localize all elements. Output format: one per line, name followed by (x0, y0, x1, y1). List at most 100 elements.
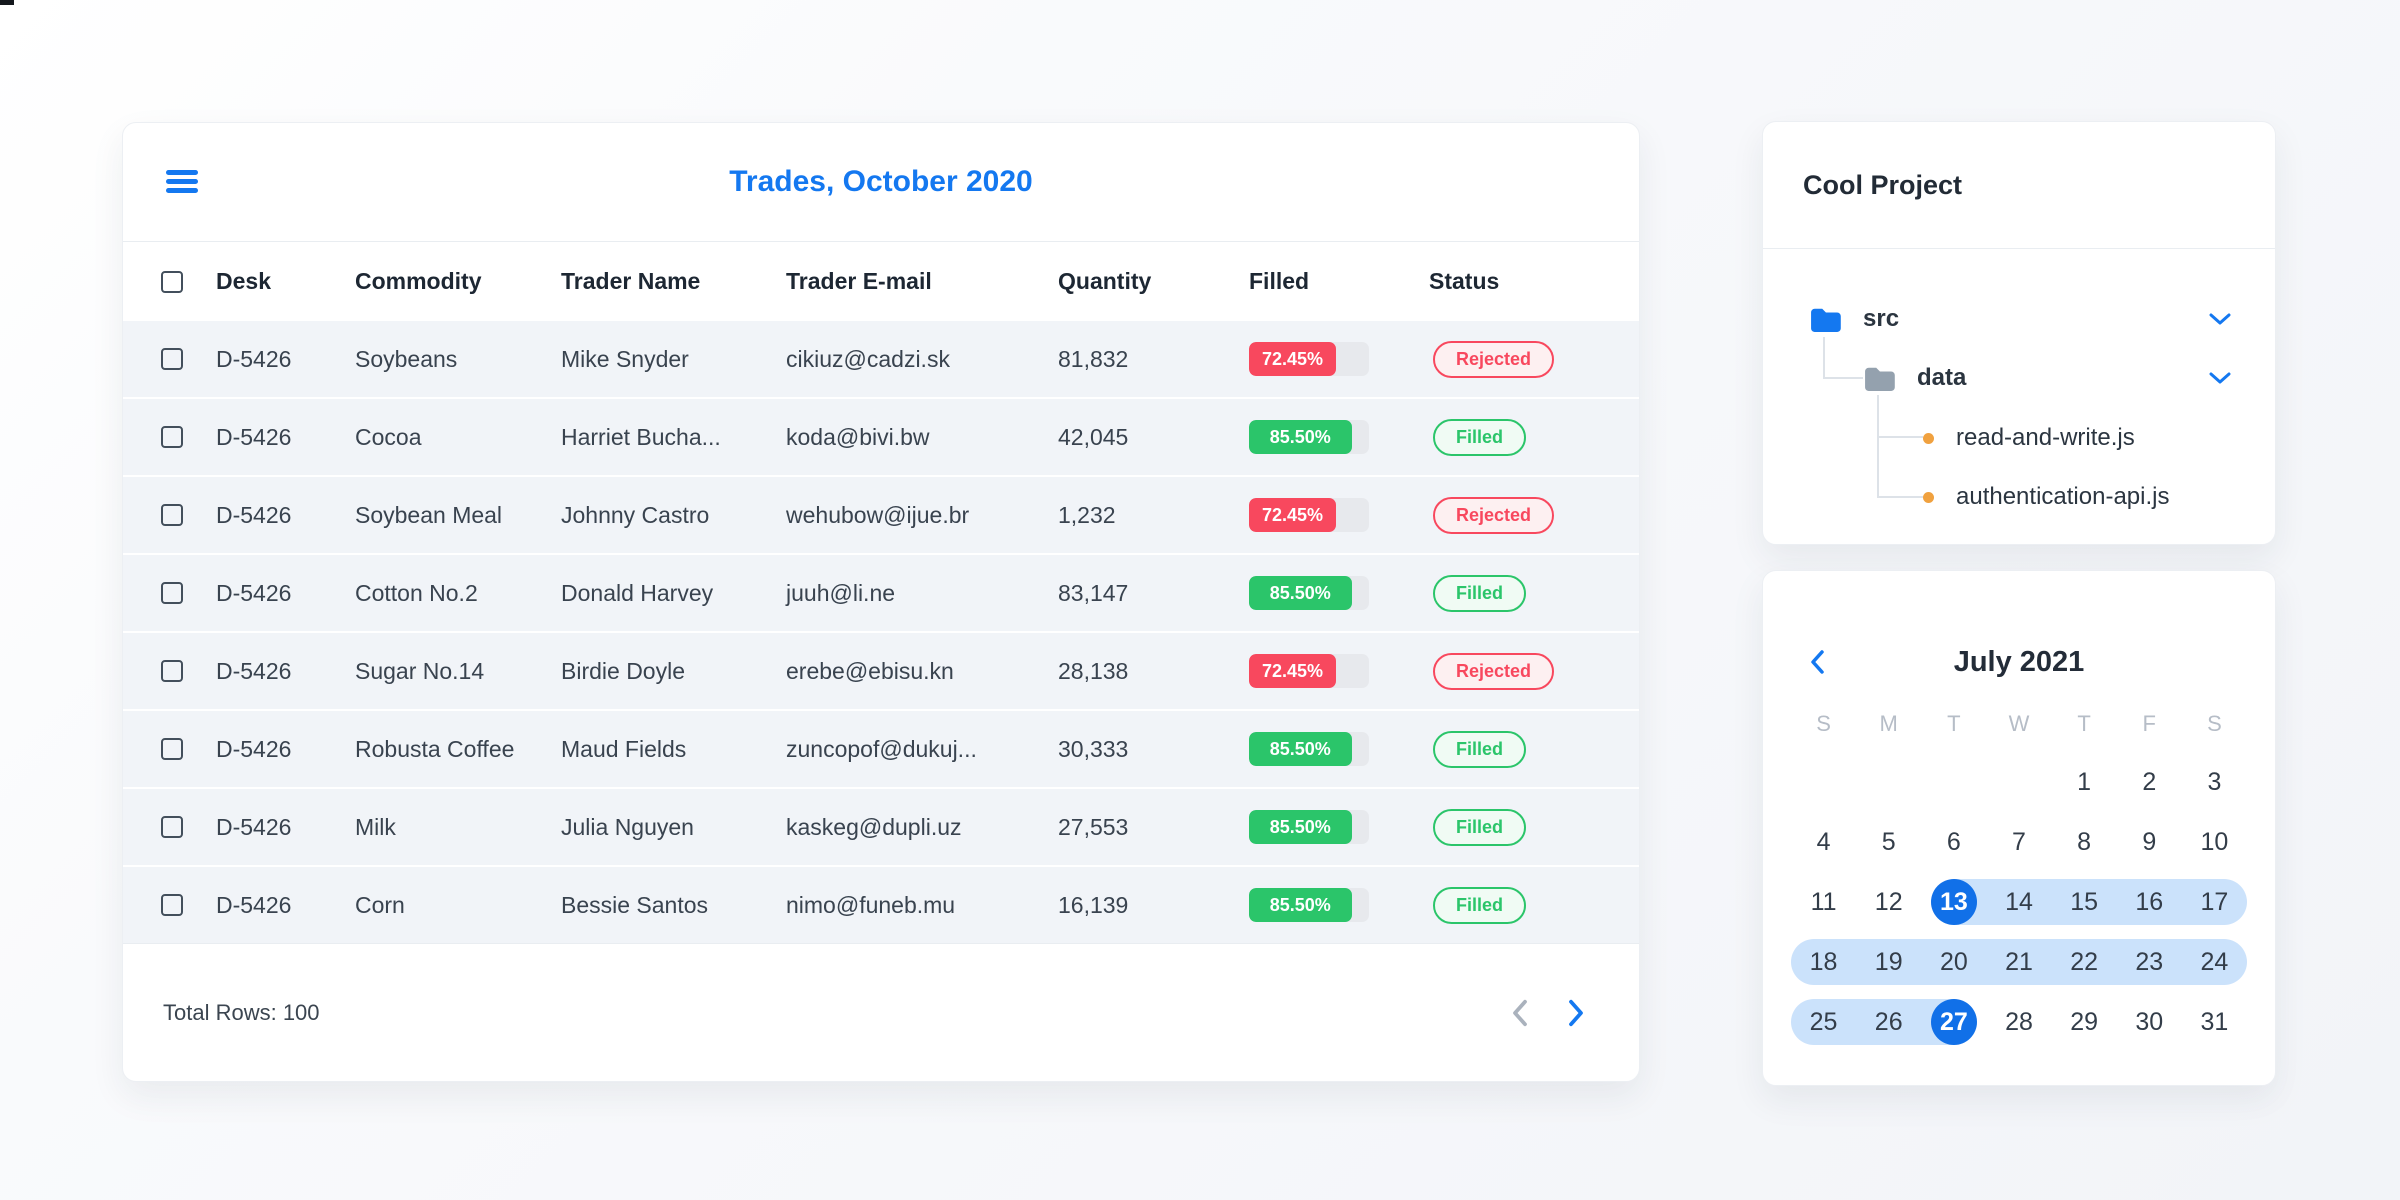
calendar-day[interactable]: 16 (2116, 879, 2182, 925)
calendar-day[interactable]: 13 (1921, 879, 1987, 925)
calendar-day[interactable]: 15 (2051, 879, 2117, 925)
calendar-day[interactable]: 3 (2182, 759, 2247, 805)
row-checkbox[interactable] (161, 816, 183, 838)
calendar-empty-cell (1856, 759, 1921, 805)
row-checkbox[interactable] (161, 660, 183, 682)
calendar-day[interactable]: 31 (2182, 999, 2247, 1045)
select-all-checkbox[interactable] (161, 270, 183, 293)
chevron-left-icon (1513, 999, 1527, 1026)
row-checkbox-cell (123, 348, 216, 370)
previous-page-button[interactable] (1509, 998, 1531, 1028)
column-header-trader-name: Trader Name (561, 268, 701, 294)
calendar-day[interactable]: 23 (2116, 939, 2182, 985)
row-checkbox[interactable] (161, 738, 183, 760)
calendar-day[interactable]: 5 (1856, 819, 1921, 865)
commodity-cell: Soybean Meal (355, 501, 503, 528)
weekday-label: W (2008, 711, 2030, 736)
row-checkbox-cell (123, 816, 216, 838)
tree-node-file[interactable]: authentication-api.js (1763, 473, 2275, 521)
calendar-day[interactable]: 19 (1856, 939, 1922, 985)
calendar-day-number: 29 (2070, 1007, 2099, 1036)
commodity-cell: Sugar No.14 (355, 657, 485, 684)
trader-name-cell: Mike Snyder (561, 345, 689, 372)
row-checkbox-cell (123, 660, 216, 682)
calendar-day-number: 4 (1816, 827, 1831, 856)
trader-name-cell: Bessie Santos (561, 891, 709, 918)
calendar-day[interactable]: 30 (2117, 999, 2182, 1045)
calendar-day[interactable]: 14 (1986, 879, 2052, 925)
calendar-day-number: 8 (2077, 827, 2092, 856)
filled-progress-bar: 72.45% (1249, 342, 1369, 376)
next-page-button[interactable] (1565, 998, 1587, 1028)
calendar-day[interactable]: 10 (2182, 819, 2247, 865)
calendar-day-number: 19 (1874, 947, 1903, 976)
filled-progress-bar: 72.45% (1249, 498, 1369, 532)
status-badge: Rejected (1433, 496, 1555, 534)
row-checkbox[interactable] (161, 426, 183, 448)
calendar-day-number: 12 (1874, 887, 1903, 916)
row-checkbox[interactable] (161, 348, 183, 370)
trader-email-cell: kaskeg@dupli.uz (786, 813, 962, 840)
calendar-day[interactable]: 2 (2117, 759, 2182, 805)
status-badge: Filled (1433, 730, 1527, 768)
weekday-label: S (2207, 711, 2222, 736)
column-header-filled: Filled (1249, 268, 1310, 294)
table-row: D-5426 Cotton No.2 Donald Harvey juuh@li.ne… (123, 553, 1639, 631)
calendar-day[interactable]: 26 (1856, 999, 1922, 1045)
calendar-day-number: 25 (1809, 1007, 1838, 1036)
tree-node-file[interactable]: read-and-write.js (1763, 414, 2275, 462)
status-badge: Rejected (1433, 340, 1555, 378)
calendar-day-number: 30 (2135, 1007, 2164, 1036)
trader-email-cell: koda@bivi.bw (786, 423, 930, 450)
status-cell: Filled (1429, 808, 1639, 846)
quantity-cell: 81,832 (1058, 345, 1129, 372)
filled-cell: 85.50% (1249, 420, 1429, 454)
calendar-day[interactable]: 9 (2117, 819, 2182, 865)
calendar-day[interactable]: 17 (2181, 879, 2247, 925)
row-checkbox[interactable] (161, 582, 183, 604)
filled-progress-value: 72.45% (1249, 342, 1336, 376)
calendar-day-number: 31 (2200, 1007, 2229, 1036)
trader-name-cell: Harriet Bucha... (561, 423, 721, 450)
tree-node-src[interactable]: src (1763, 295, 2275, 343)
commodity-cell: Cotton No.2 (355, 579, 478, 606)
calendar-day[interactable]: 27 (1921, 999, 1987, 1045)
calendar-prev-month-button[interactable] (1809, 649, 1825, 675)
calendar-day[interactable]: 12 (1856, 879, 1921, 925)
calendar-day[interactable]: 22 (2051, 939, 2117, 985)
row-checkbox[interactable] (161, 504, 183, 526)
file-name: authentication-api.js (1956, 483, 2170, 510)
calendar-day[interactable]: 11 (1791, 879, 1856, 925)
calendar-day[interactable]: 21 (1986, 939, 2052, 985)
trader-name-cell: Donald Harvey (561, 579, 714, 606)
filled-progress-bar: 85.50% (1249, 576, 1369, 610)
calendar-day[interactable]: 8 (2052, 819, 2117, 865)
calendar-header: July 2021 (1763, 571, 2275, 677)
desk-cell: D-5426 (216, 501, 292, 528)
row-checkbox[interactable] (161, 894, 183, 916)
chevron-down-icon[interactable] (2209, 313, 2231, 325)
calendar-day[interactable]: 20 (1921, 939, 1987, 985)
calendar-day[interactable]: 25 (1791, 999, 1857, 1045)
calendar-day-number: 11 (1810, 887, 1837, 916)
calendar-day[interactable]: 29 (2052, 999, 2117, 1045)
menu-icon[interactable] (166, 170, 198, 193)
calendar-day[interactable]: 6 (1921, 819, 1986, 865)
calendar-day[interactable]: 18 (1791, 939, 1857, 985)
status-cell: Rejected (1429, 496, 1639, 534)
calendar-day[interactable]: 24 (2181, 939, 2247, 985)
calendar-day-number: 5 (1881, 827, 1896, 856)
calendar-day[interactable]: 4 (1791, 819, 1856, 865)
table-row: D-5426 Soybean Meal Johnny Castro wehubow@i… (123, 475, 1639, 553)
trader-email-cell: nimo@funeb.mu (786, 891, 956, 918)
calendar-day-number: 21 (2005, 947, 2033, 976)
chevron-down-icon[interactable] (2209, 372, 2231, 384)
tree-node-data[interactable]: data (1763, 354, 2275, 402)
calendar-day[interactable]: 7 (1986, 819, 2051, 865)
calendar-day[interactable]: 28 (1986, 999, 2051, 1045)
calendar-empty-cell (1986, 759, 2051, 805)
column-header-commodity: Commodity (355, 268, 482, 294)
calendar-day[interactable]: 1 (2052, 759, 2117, 805)
trades-card-header: Trades, October 2020 (123, 123, 1639, 241)
calendar-week-row: 18 19 20 21 22 23 24 (1791, 939, 2247, 985)
